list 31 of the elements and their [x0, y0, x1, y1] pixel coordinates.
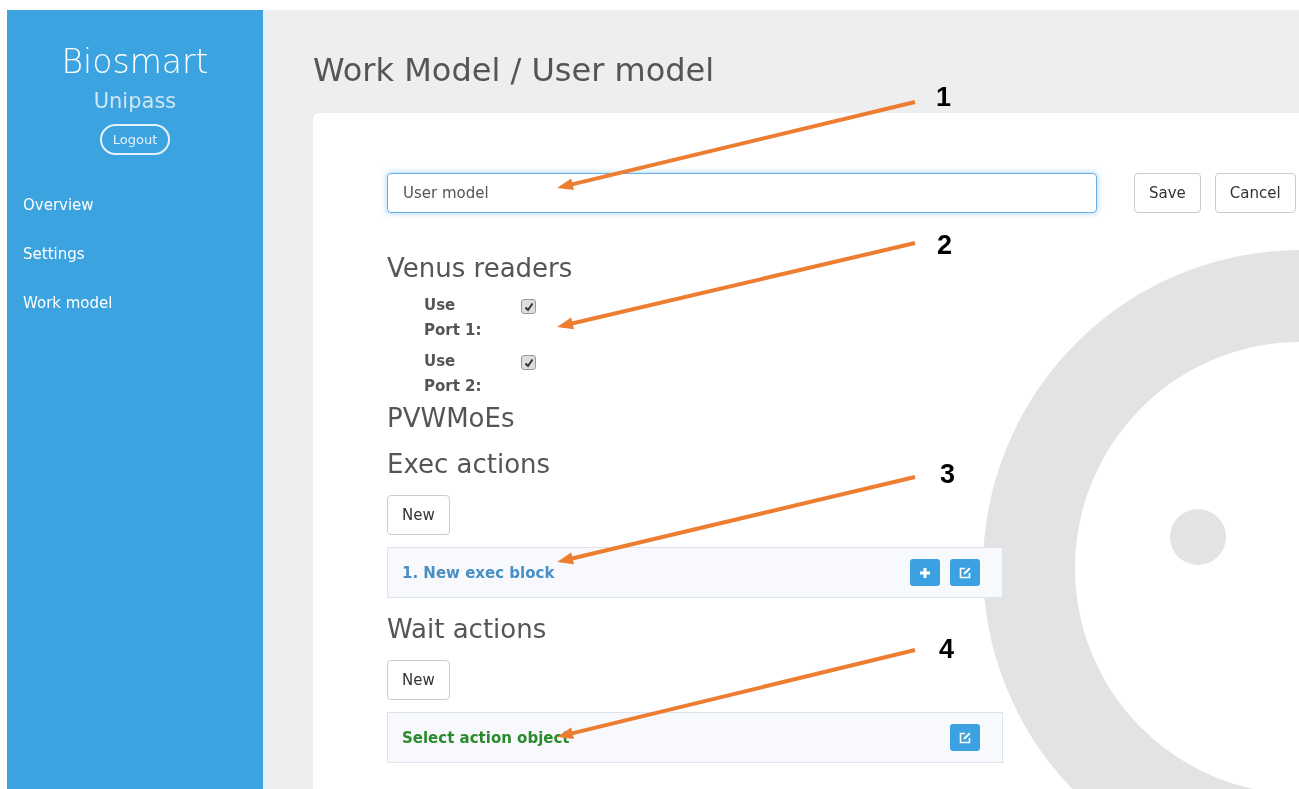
form-button[interactable]: Save	[1134, 173, 1201, 213]
port-checkbox[interactable]	[521, 355, 536, 370]
edit-button[interactable]	[950, 724, 980, 751]
edit-button[interactable]	[950, 559, 980, 586]
port-label: Use Port 1:	[424, 295, 483, 341]
section-heading: PVWMoEs	[387, 402, 515, 435]
edit-icon	[958, 565, 972, 580]
callout-number: 3	[940, 459, 956, 490]
sidebar-item[interactable]: Work model	[23, 279, 263, 328]
model-name-field[interactable]: User model	[387, 173, 1097, 213]
logout-button[interactable]: Logout	[99, 124, 171, 155]
plus-icon	[919, 566, 931, 579]
brand-subtitle: Unipass	[93, 88, 177, 115]
brand-title: Biosmart	[61, 42, 209, 82]
callout-number: 1	[936, 82, 952, 113]
sidebar-item[interactable]: Overview	[23, 181, 263, 230]
add-button[interactable]	[910, 559, 940, 586]
edit-icon	[958, 730, 972, 745]
section-heading: Venus readers	[387, 252, 573, 285]
action-block-label[interactable]: 1. New exec block	[402, 563, 555, 582]
callout-number: 4	[939, 634, 955, 665]
new-button[interactable]: New	[387, 660, 450, 700]
port-label: Use Port 2:	[424, 351, 483, 397]
sidebar-item[interactable]: Settings	[23, 230, 263, 279]
section-heading: Wait actions	[387, 613, 547, 646]
new-button[interactable]: New	[387, 495, 450, 535]
callout-number: 2	[937, 230, 953, 261]
section-heading: Exec actions	[387, 448, 551, 481]
page-title: Work Model / User model	[313, 50, 716, 91]
form-button[interactable]: Cancel	[1214, 173, 1296, 213]
port-checkbox[interactable]	[521, 299, 536, 314]
